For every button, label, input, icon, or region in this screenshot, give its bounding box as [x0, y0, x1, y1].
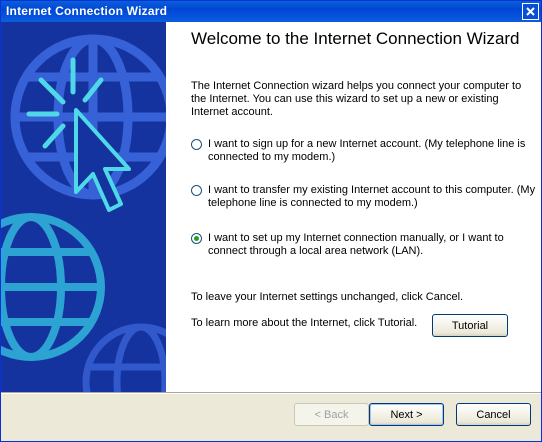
cancel-button[interactable]: Cancel: [456, 403, 531, 426]
tutorial-note: To learn more about the Internet, click …: [191, 317, 418, 329]
back-button[interactable]: < Back: [294, 403, 369, 426]
wizard-content: Welcome to the Internet Connection Wizar…: [166, 22, 541, 392]
cancel-note: To leave your Internet settings unchange…: [191, 291, 464, 303]
option-label: I want to transfer my existing Internet …: [208, 184, 536, 209]
globe-cursor-illustration: [1, 22, 166, 392]
tutorial-button[interactable]: Tutorial: [432, 314, 508, 337]
radio-new-account[interactable]: [191, 139, 202, 150]
wizard-window: Internet Connection Wizard Welcome to th…: [0, 0, 542, 442]
option-new-account[interactable]: I want to sign up for a new Internet acc…: [191, 138, 536, 164]
footer-divider: [1, 392, 541, 394]
option-manual-setup[interactable]: I want to set up my Internet connection …: [191, 232, 536, 258]
side-illustration-panel: [1, 22, 166, 392]
option-transfer-account[interactable]: I want to transfer my existing Internet …: [191, 184, 536, 210]
radio-manual-setup[interactable]: [191, 233, 202, 244]
close-icon: [526, 7, 535, 16]
close-button[interactable]: [522, 3, 539, 20]
radio-transfer-account[interactable]: [191, 185, 202, 196]
title-bar[interactable]: Internet Connection Wizard: [1, 1, 541, 22]
intro-text: The Internet Connection wizard helps you…: [191, 80, 522, 118]
window-title: Internet Connection Wizard: [6, 4, 168, 18]
page-title: Welcome to the Internet Connection Wizar…: [191, 29, 520, 48]
option-label: I want to set up my Internet connection …: [208, 232, 504, 257]
next-button[interactable]: Next >: [369, 403, 444, 426]
option-label: I want to sign up for a new Internet acc…: [208, 138, 526, 163]
